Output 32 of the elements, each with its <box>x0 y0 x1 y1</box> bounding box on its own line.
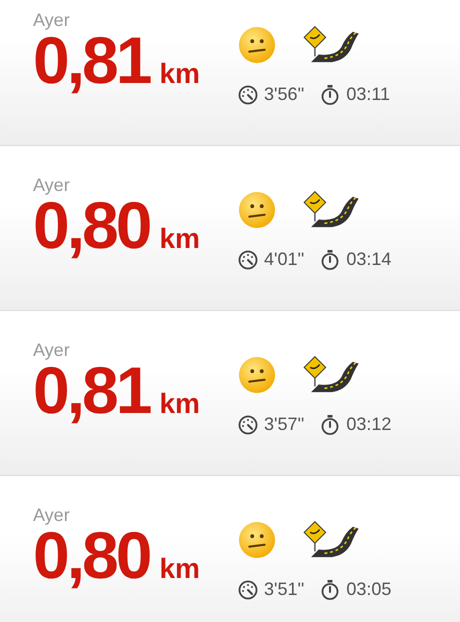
road-sign-icon <box>303 356 361 394</box>
duration-value: 03:05 <box>346 579 392 600</box>
neutral-face-icon <box>238 191 276 229</box>
neutral-face-icon <box>238 521 276 559</box>
distance-unit: km <box>159 58 200 90</box>
road-sign-icon <box>303 191 361 229</box>
gauge-icon <box>238 414 258 434</box>
run-date: Ayer <box>33 175 70 196</box>
neutral-face-icon <box>238 26 276 64</box>
run-date: Ayer <box>33 340 70 361</box>
distance-unit: km <box>159 553 200 585</box>
stopwatch-icon <box>320 580 340 600</box>
distance-unit: km <box>159 223 200 255</box>
road-sign-icon <box>303 26 361 64</box>
duration-value: 03:11 <box>346 84 390 105</box>
pace-value: 4'01'' <box>264 249 304 270</box>
pace-value: 3'56'' <box>264 84 304 105</box>
pace-value: 3'57'' <box>264 414 304 435</box>
stopwatch-icon <box>320 84 340 104</box>
road-sign-icon <box>303 521 361 559</box>
stopwatch-icon <box>320 250 340 270</box>
gauge-icon <box>238 250 258 270</box>
distance-unit: km <box>159 388 200 420</box>
gauge-icon <box>238 580 258 600</box>
run-date: Ayer <box>33 505 70 526</box>
duration-value: 03:12 <box>346 414 392 435</box>
duration-value: 03:14 <box>346 249 392 270</box>
gauge-icon <box>238 84 258 104</box>
run-date: Ayer <box>33 10 70 31</box>
stopwatch-icon <box>320 414 340 434</box>
pace-value: 3'51'' <box>264 579 304 600</box>
neutral-face-icon <box>238 356 276 394</box>
